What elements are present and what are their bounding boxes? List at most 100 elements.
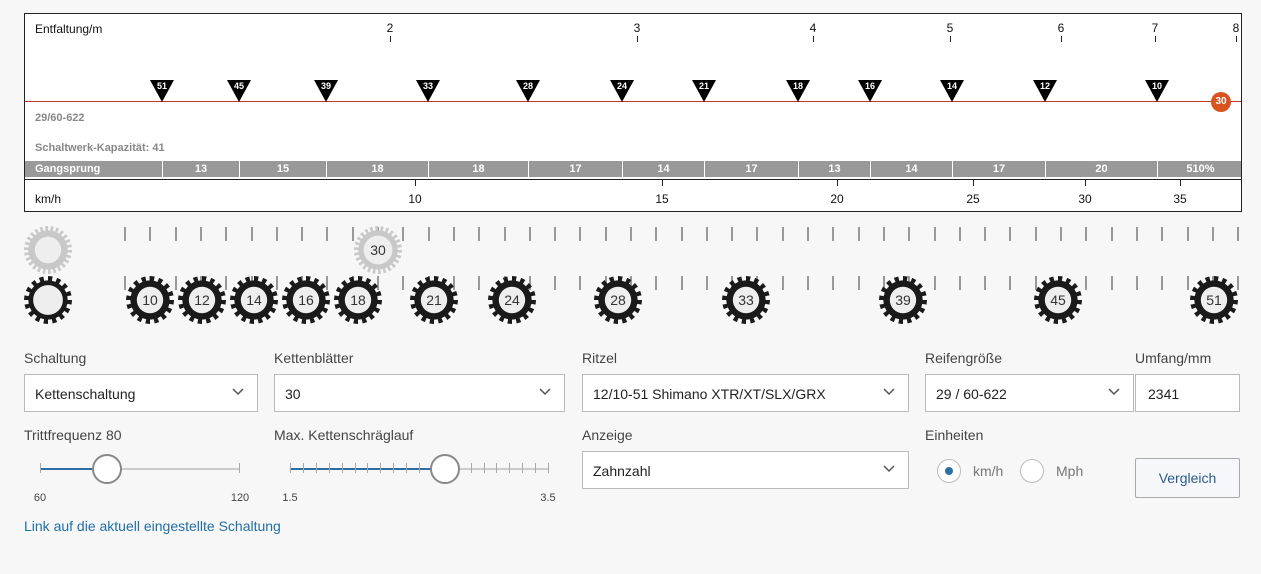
slider-handle[interactable] bbox=[91, 454, 122, 484]
top-tick bbox=[1236, 36, 1237, 42]
ruler-mark bbox=[1085, 276, 1087, 290]
ritzel-value: 12/10-51 Shimano XTR/XT/SLX/GRX bbox=[593, 386, 826, 402]
ruler-mark bbox=[175, 227, 177, 241]
chevron-down-icon bbox=[539, 388, 551, 396]
slider-handle[interactable] bbox=[429, 454, 460, 484]
trittfrequenz-label: Trittfrequenz 80 bbox=[24, 427, 122, 443]
gear-chart: Entfaltung/m 2345678 51 45 39 33 28 24 21 18 16 1… bbox=[24, 13, 1242, 212]
kettenblaetter-value: 30 bbox=[285, 386, 301, 402]
schaltung-value: Kettenschaltung bbox=[35, 386, 136, 402]
ruler-mark bbox=[1212, 227, 1214, 241]
ruler-mark bbox=[681, 227, 683, 241]
ruler-mark bbox=[1161, 276, 1163, 290]
cog-gear[interactable]: 10 bbox=[126, 276, 174, 324]
ruler-mark bbox=[1085, 227, 1087, 241]
gear-marker-label: 51 bbox=[156, 81, 167, 91]
gangsprung-cell: 13 bbox=[798, 161, 870, 177]
gear-marker: 28 bbox=[516, 80, 540, 102]
ruler-mark bbox=[1009, 276, 1011, 290]
top-tick bbox=[390, 36, 391, 42]
anzeige-select[interactable]: Zahnzahl bbox=[582, 451, 909, 489]
slider-tick bbox=[522, 463, 524, 473]
slider-max: 3.5 bbox=[540, 492, 556, 504]
ruler-mark bbox=[200, 227, 202, 241]
schaltung-link[interactable]: Link auf die aktuell eingestellte Schalt… bbox=[24, 518, 281, 534]
slider-min: 60 bbox=[33, 492, 47, 504]
gangsprung-cell: 17 bbox=[704, 161, 798, 177]
slider-tick bbox=[290, 463, 291, 473]
kettenblaetter-select[interactable]: 30 bbox=[274, 374, 565, 412]
cog-gear[interactable]: 45 bbox=[1034, 276, 1082, 324]
ruler-mark bbox=[225, 227, 227, 241]
umfang-input[interactable]: 2341 bbox=[1135, 374, 1240, 412]
cog-gear[interactable]: 33 bbox=[722, 276, 770, 324]
gear-label: 28 bbox=[610, 292, 626, 308]
gangsprung-cell: 17 bbox=[952, 161, 1045, 177]
cog-gear[interactable]: 21 bbox=[410, 276, 458, 324]
top-tick-label: 7 bbox=[1151, 21, 1159, 35]
top-tick bbox=[637, 36, 638, 42]
gear-marker-label: 39 bbox=[320, 81, 331, 91]
cog-gear[interactable]: 16 bbox=[282, 276, 330, 324]
ruler-mark bbox=[478, 276, 480, 290]
gear-marker: 12 bbox=[1033, 80, 1057, 102]
slider-tick bbox=[354, 463, 356, 473]
gear-label: 12 bbox=[194, 292, 210, 308]
cog-gear[interactable]: 28 bbox=[594, 276, 642, 324]
cog-gear[interactable]: 14 bbox=[230, 276, 278, 324]
ruler-mark bbox=[124, 227, 126, 241]
cog-gear[interactable]: 18 bbox=[334, 276, 382, 324]
slider-tick bbox=[535, 463, 537, 473]
speed-tick-label: 30 bbox=[1078, 192, 1092, 206]
gear-label: 30 bbox=[370, 242, 386, 258]
current-chainring-marker: 30 bbox=[1211, 92, 1231, 112]
cog-gear[interactable]: 51 bbox=[1190, 276, 1238, 324]
slider-tick bbox=[328, 463, 330, 473]
reifen-select[interactable]: 29 / 60-622 bbox=[925, 374, 1134, 412]
ruler-mark bbox=[858, 227, 860, 241]
ruler-mark bbox=[301, 227, 303, 241]
kettenblaetter-label: Kettenblätter bbox=[274, 350, 354, 366]
speed-tick-label: 15 bbox=[655, 192, 669, 206]
gangsprung-cell: 18 bbox=[428, 161, 528, 177]
ruler-mark bbox=[175, 276, 177, 290]
chevron-down-icon bbox=[883, 465, 895, 473]
radio-kmh[interactable] bbox=[937, 459, 961, 483]
top-tick-label: 6 bbox=[1057, 21, 1065, 35]
radio-mph-label: Mph bbox=[1056, 463, 1084, 479]
chevron-down-icon bbox=[1108, 388, 1120, 396]
ruler-mark bbox=[402, 227, 404, 241]
speed-axis-label: km/h bbox=[35, 192, 62, 206]
gangsprung-label: Gangsprung bbox=[35, 163, 101, 175]
gear-label: 24 bbox=[504, 292, 520, 308]
anzeige-value: Zahnzahl bbox=[593, 463, 651, 479]
slider-tick bbox=[509, 463, 511, 473]
speed-tick bbox=[1085, 180, 1086, 186]
ruler-mark bbox=[251, 227, 253, 241]
cog-icon[interactable] bbox=[24, 276, 72, 324]
ruler-mark bbox=[630, 227, 632, 241]
radio-mph[interactable] bbox=[1020, 459, 1044, 483]
divider bbox=[25, 179, 1241, 180]
ruler-mark bbox=[756, 227, 758, 241]
slider-tick bbox=[239, 463, 240, 473]
slider-tick bbox=[315, 463, 317, 473]
cog-gear[interactable]: 24 bbox=[488, 276, 536, 324]
ruler-mark bbox=[858, 276, 860, 290]
top-tick-label: 4 bbox=[809, 21, 817, 35]
cog-gear[interactable]: 39 bbox=[879, 276, 927, 324]
ritzel-select[interactable]: 12/10-51 Shimano XTR/XT/SLX/GRX bbox=[582, 374, 909, 412]
speed-tick bbox=[837, 180, 838, 186]
chainring-icon[interactable] bbox=[24, 226, 72, 274]
schaltung-select[interactable]: Kettenschaltung bbox=[24, 374, 258, 412]
ruler-mark bbox=[984, 276, 986, 290]
cog-gear[interactable]: 12 bbox=[178, 276, 226, 324]
vergleich-button[interactable]: Vergleich bbox=[1135, 458, 1240, 498]
ruler-mark bbox=[1009, 227, 1011, 241]
top-tick bbox=[950, 36, 951, 42]
chainring-gear[interactable]: 30 bbox=[354, 226, 402, 274]
gear-marker: 51 bbox=[150, 80, 174, 102]
capacity-label: Schaltwerk-Kapazität: 41 bbox=[35, 142, 165, 154]
schaltung-label: Schaltung bbox=[24, 350, 87, 366]
gangsprung-bar: Gangsprung 13 15 18 18 17 14 17 13 14 17 20 510% bbox=[25, 161, 1241, 177]
